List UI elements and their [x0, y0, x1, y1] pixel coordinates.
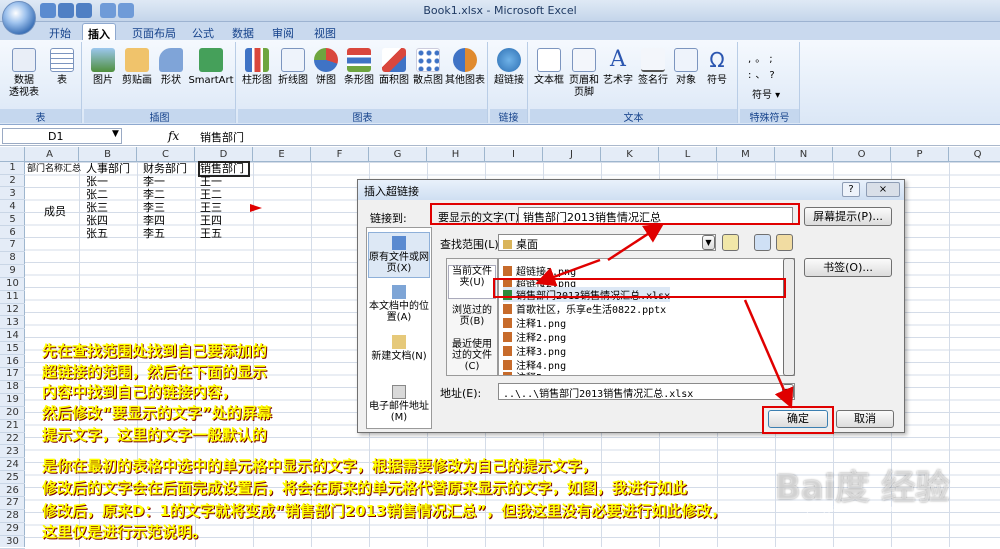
annotation-line: 提示文字，这里的文字一般默认的	[42, 426, 268, 444]
cell-d5[interactable]: 王四	[200, 215, 222, 227]
arrow-to-ok	[743, 299, 794, 409]
annotation-line: 超链接的范围，然后在下面的显示	[42, 363, 268, 381]
arrow-to-display-text	[607, 223, 665, 262]
annotation-line: 内容中找到自己的链接内容，	[42, 383, 238, 401]
cell-c5[interactable]: 李四	[143, 215, 165, 227]
cell-b6[interactable]: 张五	[86, 228, 108, 240]
annotation-line: 先在查找范围处找到自己要添加的	[42, 342, 268, 360]
cell-d3[interactable]: 王二	[200, 189, 222, 201]
cell-c3[interactable]: 李二	[143, 189, 165, 201]
cell-b5[interactable]: 张四	[86, 215, 108, 227]
cell-b3[interactable]: 张二	[86, 189, 108, 201]
annotation-line: 修改后，原来D：1的文字就将变成“销售部门2013销售情况汇总”，但我这里没有必…	[42, 502, 727, 520]
cell-d2[interactable]: 王一	[200, 176, 222, 188]
cell-c4[interactable]: 李三	[143, 202, 165, 214]
cell-c6[interactable]: 李五	[143, 228, 165, 240]
cell-d6[interactable]: 王五	[200, 228, 222, 240]
annotation-line: 这里仅是进行示范说明。	[42, 523, 208, 541]
cell-d4[interactable]: 王三	[200, 202, 222, 214]
annotation-line: 然后修改“要显示的文字”处的屏幕	[42, 404, 272, 422]
annotation-line: 修改后的文字会在后面完成设置后，将会在原来的单元格代替原来显示的文字，如图，我进…	[42, 479, 688, 497]
office-button[interactable]	[2, 1, 36, 35]
cell-b2[interactable]: 张一	[86, 176, 108, 188]
cell-b4[interactable]: 张三	[86, 202, 108, 214]
annotation-line: 是你在最初的表格中选中的单元格中显示的文字，根据需要修改为自己的提示文字，	[42, 457, 598, 475]
arrow-to-file	[535, 258, 601, 287]
cell-c2[interactable]: 李一	[143, 176, 165, 188]
watermark-url: jingyan.baidu.com	[806, 502, 908, 515]
cell-marker-icon	[250, 204, 262, 212]
